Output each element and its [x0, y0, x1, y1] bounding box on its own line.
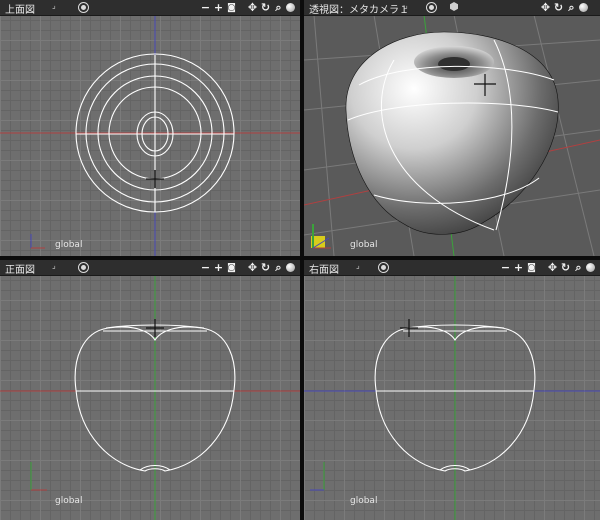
camera-target-icon[interactable]: [378, 262, 389, 273]
camera-icon[interactable]: ◙: [526, 262, 537, 274]
coordinate-system-label[interactable]: global: [350, 240, 377, 250]
shading-sphere-icon[interactable]: [286, 263, 295, 272]
zoom-icon[interactable]: ⌕: [573, 261, 584, 274]
viewport-header-front: 正面図 ⌟ − + ◙ ✥ ↻ ⌕: [0, 260, 300, 276]
zoom-out-button[interactable]: −: [500, 261, 511, 274]
shading-sphere-icon[interactable]: [579, 3, 588, 12]
coordinate-system-label[interactable]: global: [55, 496, 82, 506]
viewport-title[interactable]: 透視図：メタカメラ１: [309, 1, 409, 16]
axis-gizmo-icon: [30, 462, 47, 491]
axis-gizmo-icon: [311, 224, 331, 249]
viewport-header-right: 右面図 ⌟ − + ◙ ✥ ↻ ⌕: [304, 260, 600, 276]
zoom-icon[interactable]: ⌕: [273, 261, 284, 274]
axis-gizmo-icon: [310, 462, 325, 491]
pan-icon[interactable]: ✥: [540, 1, 551, 14]
viewport-title[interactable]: 右面図: [309, 261, 339, 276]
zoom-icon[interactable]: ⌕: [273, 1, 284, 14]
zoom-out-button[interactable]: −: [200, 261, 211, 274]
camera-icon[interactable]: ◙: [226, 2, 237, 14]
viewport-header-top: 上面図 ⌟ − + ◙ ✥ ↻ ⌕: [0, 0, 300, 16]
cursor-crosshair-icon[interactable]: [400, 319, 418, 337]
camera-target-icon[interactable]: [78, 262, 89, 273]
viewport-right[interactable]: 右面図 ⌟ − + ◙ ✥ ↻ ⌕ global: [304, 260, 600, 520]
camera-target-icon[interactable]: [78, 2, 89, 13]
viewport-top[interactable]: 上面図 ⌟ − + ◙ ✥ ↻ ⌕ global: [0, 0, 300, 256]
axis-gizmo-icon: [30, 234, 45, 249]
view-menu-arrow-icon[interactable]: ⌟: [404, 1, 408, 10]
shading-sphere-icon[interactable]: [586, 263, 595, 272]
shading-sphere-icon[interactable]: [286, 3, 295, 12]
top-view-wireframe: [0, 15, 300, 256]
pan-icon[interactable]: ✥: [247, 261, 258, 274]
zoom-icon[interactable]: ⌕: [566, 1, 577, 14]
coordinate-system-label[interactable]: global: [55, 240, 82, 250]
zoom-out-button[interactable]: −: [200, 1, 211, 14]
viewport-front[interactable]: 正面図 ⌟ − + ◙ ✥ ↻ ⌕ global: [0, 260, 300, 520]
pan-icon[interactable]: ✥: [247, 1, 258, 14]
zoom-in-button[interactable]: +: [213, 261, 224, 274]
viewport-title[interactable]: 正面図: [5, 261, 35, 276]
view-menu-arrow-icon[interactable]: ⌟: [52, 261, 56, 270]
camera-target-icon[interactable]: [426, 2, 437, 13]
camera-object-icon[interactable]: [450, 2, 458, 11]
view-menu-arrow-icon[interactable]: ⌟: [52, 1, 56, 10]
viewport-header-perspective: 透視図：メタカメラ１ ⌟ ✥ ↻ ⌕: [304, 0, 600, 16]
rotate-icon[interactable]: ↻: [260, 261, 271, 274]
cursor-crosshair-icon[interactable]: [146, 170, 164, 188]
view-menu-arrow-icon[interactable]: ⌟: [356, 261, 360, 270]
zoom-in-button[interactable]: +: [213, 1, 224, 14]
rotate-icon[interactable]: ↻: [260, 1, 271, 14]
camera-icon[interactable]: ◙: [226, 262, 237, 274]
perspective-view-render: [304, 14, 600, 256]
coordinate-system-label[interactable]: global: [350, 496, 377, 506]
viewport-perspective[interactable]: 透視図：メタカメラ１ ⌟ ✥ ↻ ⌕ global: [304, 0, 600, 256]
zoom-in-button[interactable]: +: [513, 261, 524, 274]
viewport-title[interactable]: 上面図: [5, 1, 35, 16]
stem-hollow-center: [438, 57, 470, 71]
rotate-icon[interactable]: ↻: [553, 1, 564, 14]
right-view-wireframe: [304, 275, 600, 520]
pan-icon[interactable]: ✥: [547, 261, 558, 274]
rotate-icon[interactable]: ↻: [560, 261, 571, 274]
